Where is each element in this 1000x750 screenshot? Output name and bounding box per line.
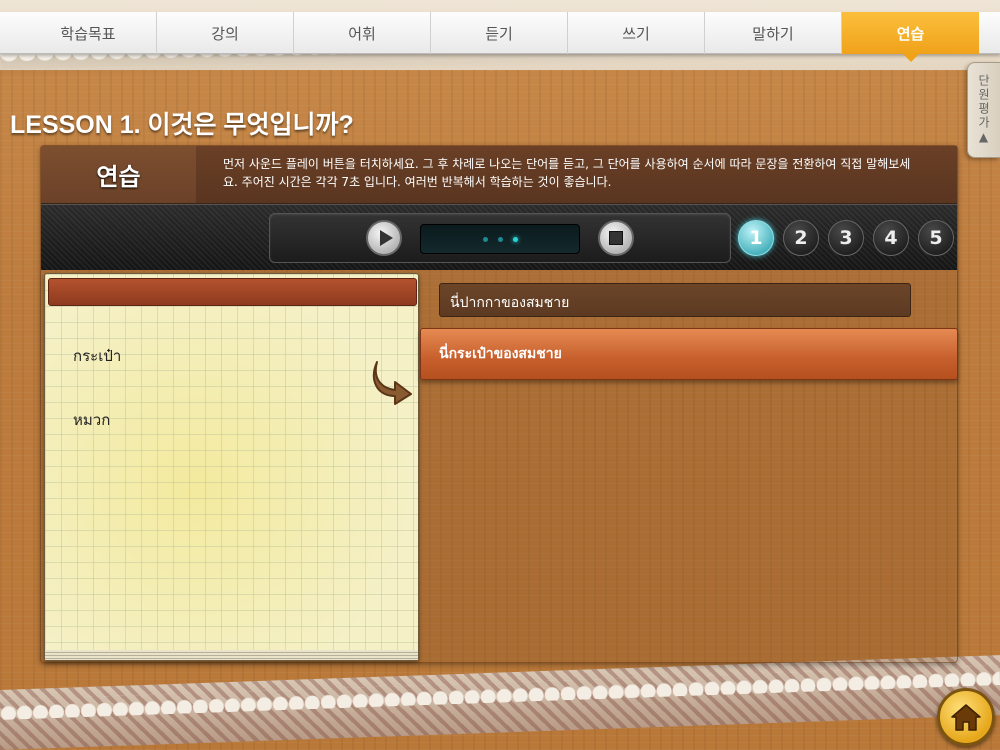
curved-arrow-icon <box>372 361 412 405</box>
audio-player <box>269 213 731 263</box>
unit-test-label: 단원평가▲ <box>976 74 991 146</box>
step-selector: 1 2 3 4 5 <box>738 220 954 256</box>
step-button-5[interactable]: 5 <box>918 220 954 256</box>
page-title: LESSON 1. 이것은 무엇입니까? <box>10 111 354 139</box>
home-button[interactable] <box>937 688 995 746</box>
audio-display <box>420 224 580 254</box>
play-icon <box>379 230 393 246</box>
tab-learning-goals[interactable]: 학습목표 <box>20 12 157 54</box>
indicator-dot <box>497 236 503 242</box>
notebook-pages-edge <box>45 650 418 660</box>
tab-vocabulary[interactable]: 어휘 <box>294 12 431 54</box>
tab-listening[interactable]: 듣기 <box>431 12 568 54</box>
audio-control-bar: 1 2 3 4 5 <box>41 204 957 270</box>
tab-practice[interactable]: 연습 <box>842 12 979 62</box>
instruction-text: 먼저 사운드 플레이 버튼을 터치하세요. 그 후 차례로 나오는 단어를 듣고… <box>223 157 911 189</box>
word-notebook: กระเป๋า หมวก <box>44 273 419 661</box>
practice-panel: 연습 먼저 사운드 플레이 버튼을 터치하세요. 그 후 차례로 나오는 단어를… <box>40 145 958 663</box>
play-button[interactable] <box>366 220 402 256</box>
stop-icon <box>609 231 623 245</box>
top-navigation: 학습목표 강의 어휘 듣기 쓰기 말하기 연습 <box>0 12 1000 62</box>
instruction-bar: 연습 먼저 사운드 플레이 버튼을 터치하세요. 그 후 차례로 나오는 단어를… <box>41 146 957 204</box>
tab-lecture[interactable]: 강의 <box>157 12 294 54</box>
indicator-dot <box>512 236 518 242</box>
step-button-4[interactable]: 4 <box>873 220 909 256</box>
unit-test-tab[interactable]: 단원평가▲ <box>967 62 1000 158</box>
section-label: 연습 <box>41 146 196 203</box>
notebook-header <box>48 278 417 306</box>
step-button-2[interactable]: 2 <box>783 220 819 256</box>
tab-writing[interactable]: 쓰기 <box>568 12 705 54</box>
step-button-1[interactable]: 1 <box>738 220 774 256</box>
word-item: กระเป๋า <box>73 347 122 365</box>
tab-speaking[interactable]: 말하기 <box>705 12 842 54</box>
model-sentence: นี่ปากกาของสมชาย <box>439 283 911 317</box>
home-icon <box>951 704 981 731</box>
step-button-3[interactable]: 3 <box>828 220 864 256</box>
word-item: หมวก <box>73 411 111 429</box>
stop-button[interactable] <box>598 220 634 256</box>
selected-sentence[interactable]: นี่กระเป๋าของสมชาย <box>420 328 958 380</box>
indicator-dot <box>482 236 488 242</box>
